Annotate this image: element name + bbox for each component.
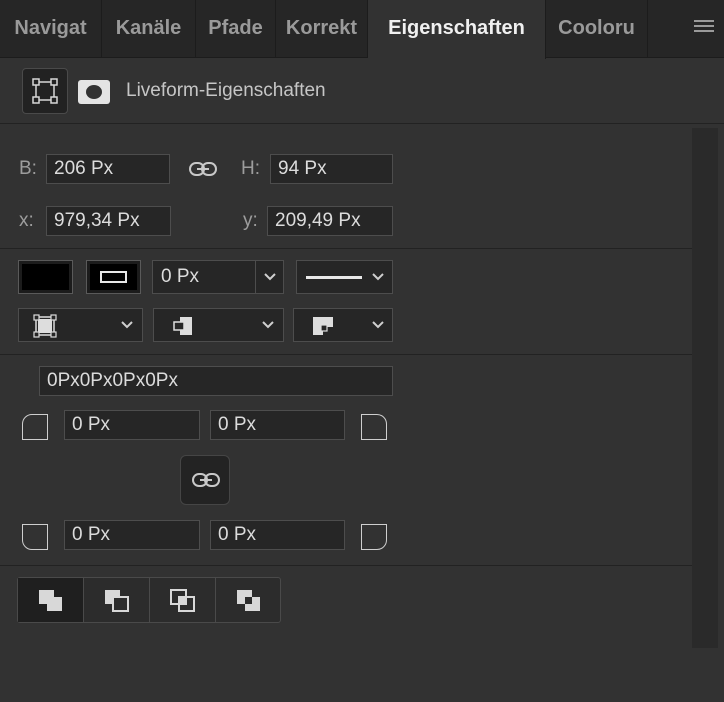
divider xyxy=(0,248,692,249)
link-corners-button[interactable] xyxy=(180,455,230,505)
x-label: x: xyxy=(19,210,34,231)
line-cap-icon xyxy=(173,317,192,335)
chevron-down-icon xyxy=(121,321,133,329)
corner-top-right-icon xyxy=(361,414,387,440)
height-label: H: xyxy=(241,158,260,179)
intersect-shapes-icon xyxy=(170,589,195,612)
corner-top-left-icon xyxy=(22,414,48,440)
divider xyxy=(0,565,692,566)
chevron-down-icon xyxy=(372,321,384,329)
link-icon xyxy=(192,473,220,487)
path-operations-group xyxy=(17,577,281,623)
shape-align-dropdown[interactable] xyxy=(18,308,143,342)
line-cap-dropdown[interactable] xyxy=(153,308,284,342)
link-dimensions-icon[interactable] xyxy=(188,160,218,178)
shape-align-icon xyxy=(33,314,57,338)
stroke-width-dropdown[interactable]: 0 Px xyxy=(152,260,284,294)
corner-bottom-right-field[interactable]: 0 Px xyxy=(210,520,345,550)
chevron-down-icon xyxy=(372,273,384,281)
subtract-front-shape-icon xyxy=(105,590,129,612)
scrollbar[interactable] xyxy=(692,128,718,648)
tab-cooloru[interactable]: Cooloru xyxy=(546,0,648,57)
corner-radius-combined-field[interactable]: 0Px0Px0Px0Px xyxy=(39,366,393,396)
mask-icon[interactable] xyxy=(78,80,110,104)
corner-bottom-right-icon xyxy=(361,524,387,550)
exclude-overlapping-shapes-button[interactable] xyxy=(216,578,282,622)
chevron-down-icon xyxy=(262,321,274,329)
y-label: y: xyxy=(243,210,258,231)
shape-properties-button[interactable] xyxy=(22,68,68,114)
bounding-box-icon xyxy=(32,78,58,104)
corner-bottom-left-icon xyxy=(22,524,48,550)
tab-properties[interactable]: Eigenschaften xyxy=(368,0,546,59)
panel-title: Liveform-Eigenschaften xyxy=(126,80,326,101)
line-join-icon xyxy=(313,317,333,335)
tab-bar: Navigat Kanäle Pfade Korrekt Eigenschaft… xyxy=(0,0,724,59)
corner-top-right-field[interactable]: 0 Px xyxy=(210,410,345,440)
combine-shapes-button[interactable] xyxy=(18,578,84,622)
divider xyxy=(0,354,692,355)
combine-shapes-icon xyxy=(39,590,62,611)
tab-channels[interactable]: Kanäle xyxy=(102,0,196,57)
stroke-line-icon xyxy=(306,276,362,279)
properties-header: Liveform-Eigenschaften xyxy=(0,58,724,124)
stroke-width-value: 0 Px xyxy=(161,266,200,287)
chevron-down-icon xyxy=(264,273,276,281)
properties-panel: Navigat Kanäle Pfade Korrekt Eigenschaft… xyxy=(0,0,724,702)
width-field[interactable]: 206 Px xyxy=(46,154,170,184)
intersect-shapes-button[interactable] xyxy=(150,578,216,622)
corner-bottom-left-field[interactable]: 0 Px xyxy=(64,520,200,550)
x-position-field[interactable]: 979,34 Px xyxy=(46,206,171,236)
tab-paths[interactable]: Pfade xyxy=(196,0,276,57)
tab-adjustments[interactable]: Korrekt xyxy=(276,0,368,57)
stroke-type-dropdown[interactable] xyxy=(296,260,393,294)
fill-color-swatch[interactable] xyxy=(18,260,73,294)
width-label: B: xyxy=(19,158,37,179)
height-field[interactable]: 94 Px xyxy=(270,154,393,184)
line-join-dropdown[interactable] xyxy=(293,308,393,342)
tab-navigator[interactable]: Navigat xyxy=(0,0,102,57)
subtract-front-shape-button[interactable] xyxy=(84,578,150,622)
stroke-color-swatch[interactable] xyxy=(86,260,141,294)
y-position-field[interactable]: 209,49 Px xyxy=(267,206,393,236)
corner-top-left-field[interactable]: 0 Px xyxy=(64,410,200,440)
panel-menu-icon[interactable] xyxy=(694,20,714,36)
exclude-overlapping-icon xyxy=(237,590,260,611)
